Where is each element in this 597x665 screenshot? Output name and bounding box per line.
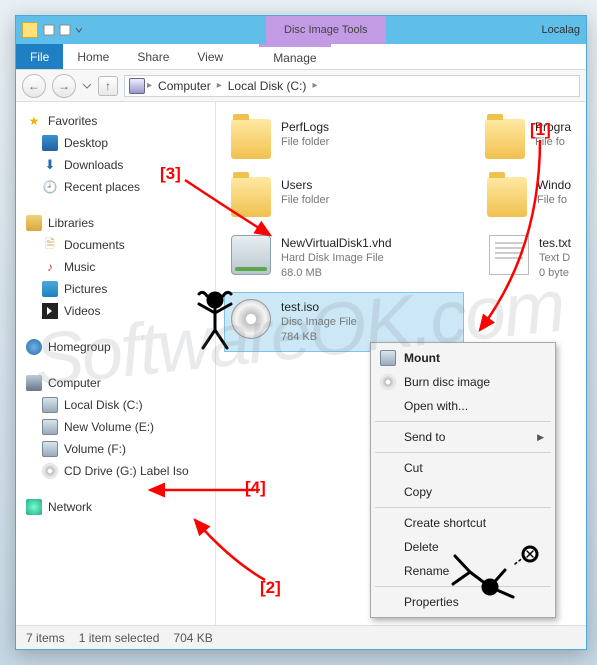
menu-send-to[interactable]: Send to▶ [374,425,552,449]
disk-icon [42,441,58,457]
nav-new-volume-e[interactable]: New Volume (E:) [20,416,211,438]
window-title: Localag [541,24,580,36]
disk-image-icon [231,235,271,275]
clock-icon [42,179,58,195]
nav-group-computer[interactable]: Computer [20,372,211,394]
app-icon [22,22,38,38]
nav-local-disk-c[interactable]: Local Disk (C:) [20,394,211,416]
title-bar[interactable]: Disc Image Tools Localag [16,16,586,44]
nav-forward-button[interactable]: → [52,74,76,98]
star-icon [26,113,42,129]
folder-icon [231,119,271,159]
homegroup-icon [26,339,42,355]
chevron-icon[interactable]: ▸ [147,80,152,91]
nav-label: Favorites [48,114,97,128]
contextual-tab-label: Disc Image Tools [266,16,386,44]
disc-image-icon [231,299,271,339]
menu-separator [375,507,551,508]
nav-volume-f[interactable]: Volume (F:) [20,438,211,460]
nav-videos[interactable]: Videos [20,300,211,322]
file-item-perflogs[interactable]: PerfLogsFile folder [224,112,448,166]
address-bar: ← → ↑ ▸ Computer ▸ Local Disk (C:) ▸ [16,70,586,102]
library-icon [26,215,42,231]
nav-back-button[interactable]: ← [22,74,46,98]
menu-separator [375,421,551,422]
nav-up-button[interactable]: ↑ [98,76,118,96]
menu-separator [375,586,551,587]
computer-icon [26,375,42,391]
folder-icon [231,177,271,217]
document-icon [42,237,58,253]
chevron-icon[interactable]: ▸ [217,80,222,91]
nav-recent[interactable]: Recent places [20,176,211,198]
video-icon [42,303,58,319]
menu-separator [375,452,551,453]
chevron-icon[interactable]: ▸ [312,80,317,91]
breadcrumb-computer[interactable]: Computer [154,79,215,93]
tab-view[interactable]: View [183,44,237,69]
mount-icon [380,350,396,366]
folder-icon [485,119,525,159]
nav-group-network[interactable]: Network [20,496,211,518]
status-size: 704 KB [173,631,212,645]
file-item-windows[interactable]: WindoFile fo [480,170,578,224]
nav-music[interactable]: Music [20,256,211,278]
folder-icon [487,177,527,217]
menu-cut[interactable]: Cut [374,456,552,480]
disk-icon [42,397,58,413]
cd-icon [42,463,58,479]
network-icon [26,499,42,515]
breadcrumb-root-icon [129,78,145,94]
qat-area[interactable] [42,22,82,38]
music-icon [42,259,58,275]
menu-create-shortcut[interactable]: Create shortcut [374,511,552,535]
menu-rename[interactable]: Rename [374,559,552,583]
navigation-pane[interactable]: Favorites Desktop Downloads Recent place… [16,102,216,625]
picture-icon [42,281,58,297]
file-item-program[interactable]: PrograFile fo [478,112,578,166]
nav-history-chevron-icon[interactable] [82,81,92,91]
nav-desktop[interactable]: Desktop [20,132,211,154]
nav-group-favorites[interactable]: Favorites [20,110,211,132]
menu-open-with[interactable]: Open with... [374,394,552,418]
burn-icon [380,374,396,390]
menu-properties[interactable]: Properties [374,590,552,614]
status-selection: 1 item selected [79,631,160,645]
status-bar: 7 items 1 item selected 704 KB [16,625,586,649]
submenu-arrow-icon: ▶ [537,432,544,443]
download-icon [42,157,58,173]
context-menu: Mount Burn disc image Open with... Send … [370,342,556,618]
breadcrumb[interactable]: ▸ Computer ▸ Local Disk (C:) ▸ [124,75,580,97]
nav-cd-drive-g[interactable]: CD Drive (G:) Label Iso [20,460,211,482]
disk-icon [42,419,58,435]
tab-manage[interactable]: Manage [259,44,330,69]
nav-downloads[interactable]: Downloads [20,154,211,176]
menu-burn[interactable]: Burn disc image [374,370,552,394]
nav-group-libraries[interactable]: Libraries [20,212,211,234]
file-item-vhd[interactable]: NewVirtualDisk1.vhdHard Disk Image File6… [224,228,452,288]
breadcrumb-local-disk[interactable]: Local Disk (C:) [224,79,311,93]
nav-group-homegroup[interactable]: Homegroup [20,336,211,358]
file-item-users[interactable]: UsersFile folder [224,170,450,224]
menu-copy[interactable]: Copy [374,480,552,504]
text-file-icon [489,235,529,275]
nav-pictures[interactable]: Pictures [20,278,211,300]
menu-delete[interactable]: Delete [374,535,552,559]
tab-home[interactable]: Home [63,44,123,69]
tab-share[interactable]: Share [123,44,183,69]
tab-file[interactable]: File [16,44,63,69]
file-item-testtxt[interactable]: tes.txtText D0 byte [482,228,578,288]
status-count: 7 items [26,631,65,645]
nav-documents[interactable]: Documents [20,234,211,256]
desktop-icon [42,135,58,151]
ribbon-tabs: File Home Share View Manage [16,44,586,70]
menu-mount[interactable]: Mount [374,346,552,370]
